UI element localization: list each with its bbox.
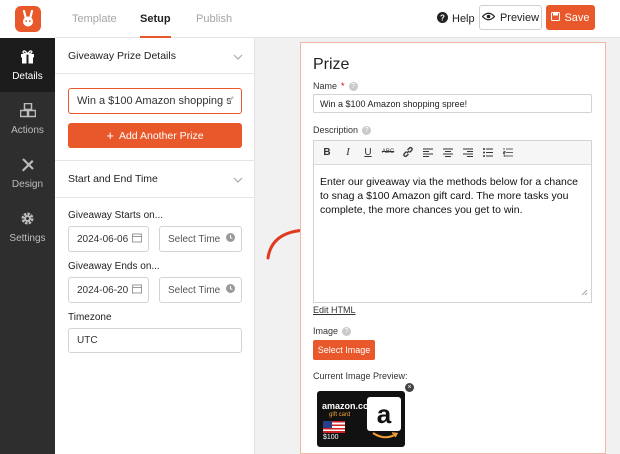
sidebar-item-details[interactable]: Details bbox=[0, 38, 55, 92]
tab-publish[interactable]: Publish bbox=[196, 0, 232, 38]
current-image-label: Current Image Preview: bbox=[313, 371, 408, 381]
bold-icon[interactable]: B bbox=[320, 145, 334, 159]
required-mark: * bbox=[341, 81, 345, 91]
sidebar-item-design[interactable]: Design bbox=[0, 146, 55, 200]
tab-template[interactable]: Template bbox=[72, 0, 117, 38]
rabbit-logo-icon bbox=[14, 6, 41, 32]
prize-section-title: Giveaway Prize Details bbox=[68, 49, 176, 62]
tab-setup[interactable]: Setup bbox=[140, 0, 171, 38]
plus-icon: + bbox=[106, 128, 114, 143]
timezone-value: UTC bbox=[77, 335, 98, 346]
actions-label: Actions bbox=[11, 124, 44, 136]
top-bar: Template Setup Publish ? Help Preview Sa… bbox=[0, 0, 620, 38]
sidebar-item-actions[interactable]: Actions bbox=[0, 92, 55, 146]
preview-label: Preview bbox=[499, 11, 540, 24]
ends-label: Giveaway Ends on... bbox=[68, 261, 160, 272]
prize-name-input[interactable]: Win a $100 Amazon shopping spree! bbox=[68, 88, 242, 114]
details-label: Details bbox=[12, 70, 43, 82]
prize-section-header[interactable]: Giveaway Prize Details bbox=[55, 38, 255, 74]
prize-name-value: Win a $100 Amazon shopping spree! bbox=[77, 95, 231, 107]
end-date-input[interactable]: 2024-06-20 bbox=[68, 277, 149, 303]
pencil-icon[interactable] bbox=[226, 95, 235, 107]
description-label-text: Description bbox=[313, 125, 359, 135]
end-time-placeholder: Select Time bbox=[168, 284, 221, 296]
start-date-value: 2024-06-06 bbox=[77, 233, 129, 245]
chevron-down-icon bbox=[233, 51, 243, 63]
select-image-button[interactable]: Select Image bbox=[313, 340, 375, 360]
align-left-icon[interactable] bbox=[421, 145, 435, 159]
resize-handle-icon[interactable] bbox=[581, 285, 588, 299]
description-editor[interactable]: B I U ABC Enter our giveaway via the met… bbox=[313, 140, 592, 303]
cubes-icon bbox=[19, 102, 36, 121]
gift-card-image: amazon.com gift card $100 a bbox=[317, 391, 405, 447]
description-field-label: Description ? bbox=[313, 125, 372, 135]
calendar-icon bbox=[132, 284, 142, 297]
bullet-list-icon[interactable] bbox=[481, 145, 495, 159]
save-button[interactable]: Save bbox=[546, 5, 595, 30]
name-input[interactable]: Win a $100 Amazon shopping spree! bbox=[313, 94, 592, 113]
settings-label: Settings bbox=[9, 232, 46, 244]
amazon-a-logo-icon: a bbox=[367, 397, 401, 431]
name-label-text: Name bbox=[313, 81, 338, 91]
add-prize-label: Add Another Prize bbox=[118, 129, 204, 142]
sidebar-nav: Details Actions Design Settings bbox=[0, 38, 55, 454]
calendar-icon bbox=[132, 233, 142, 246]
save-icon bbox=[551, 11, 561, 24]
timezone-label: Timezone bbox=[68, 312, 112, 323]
clock-icon bbox=[226, 233, 235, 245]
svg-text:?: ? bbox=[440, 13, 445, 22]
us-flag-icon bbox=[323, 421, 345, 433]
starts-label: Giveaway Starts on... bbox=[68, 210, 164, 221]
italic-icon[interactable]: I bbox=[341, 145, 355, 159]
add-prize-button[interactable]: + Add Another Prize bbox=[68, 123, 242, 148]
design-label: Design bbox=[11, 178, 44, 190]
clock-icon bbox=[226, 284, 235, 296]
name-field-label: Name * ? bbox=[313, 81, 358, 91]
remove-image-icon[interactable]: × bbox=[405, 383, 414, 392]
eye-icon bbox=[481, 12, 496, 24]
help-label: Help bbox=[452, 13, 475, 25]
link-icon[interactable] bbox=[401, 145, 415, 159]
numbered-list-icon[interactable] bbox=[501, 145, 515, 159]
gear-icon bbox=[20, 211, 35, 229]
name-input-value: Win a $100 Amazon shopping spree! bbox=[320, 98, 468, 109]
save-label: Save bbox=[564, 11, 590, 24]
end-date-value: 2024-06-20 bbox=[77, 284, 129, 296]
align-center-icon[interactable] bbox=[441, 145, 455, 159]
align-right-icon[interactable] bbox=[461, 145, 475, 159]
image-field-label: Image ? bbox=[313, 326, 352, 336]
gift-icon bbox=[20, 49, 35, 67]
sidebar-item-settings[interactable]: Settings bbox=[0, 200, 55, 254]
gift-card-amount: $100 bbox=[323, 434, 339, 441]
design-tools-icon bbox=[20, 157, 35, 175]
end-time-input[interactable]: Select Time bbox=[159, 277, 242, 303]
editor-toolbar: B I U ABC bbox=[314, 141, 591, 165]
amazon-smile-icon bbox=[372, 432, 398, 439]
dates-section-title: Start and End Time bbox=[68, 173, 158, 185]
prize-title: Prize bbox=[313, 56, 350, 73]
chevron-down-icon bbox=[233, 174, 243, 186]
start-time-input[interactable]: Select Time bbox=[159, 226, 242, 252]
start-date-input[interactable]: 2024-06-06 bbox=[68, 226, 149, 252]
edit-html-link[interactable]: Edit HTML bbox=[313, 305, 356, 315]
help-icon[interactable]: ? bbox=[348, 81, 358, 91]
gift-card-subtitle: gift card bbox=[329, 412, 351, 418]
settings-panel: Giveaway Prize Details Win a $100 Amazon… bbox=[55, 38, 255, 454]
timezone-select[interactable]: UTC bbox=[68, 328, 242, 353]
dates-section-header[interactable]: Start and End Time bbox=[55, 160, 255, 198]
help-icon[interactable]: ? bbox=[342, 326, 352, 336]
underline-icon[interactable]: U bbox=[361, 145, 375, 159]
strikethrough-icon[interactable]: ABC bbox=[381, 145, 395, 159]
preview-button[interactable]: Preview bbox=[479, 5, 542, 30]
description-text: Enter our giveaway via the methods below… bbox=[320, 176, 578, 216]
help-button[interactable]: ? Help bbox=[437, 12, 475, 26]
start-time-placeholder: Select Time bbox=[168, 233, 221, 245]
question-icon: ? bbox=[437, 12, 448, 26]
image-label-text: Image bbox=[313, 326, 339, 336]
help-icon[interactable]: ? bbox=[362, 125, 372, 135]
logo[interactable] bbox=[0, 0, 55, 38]
